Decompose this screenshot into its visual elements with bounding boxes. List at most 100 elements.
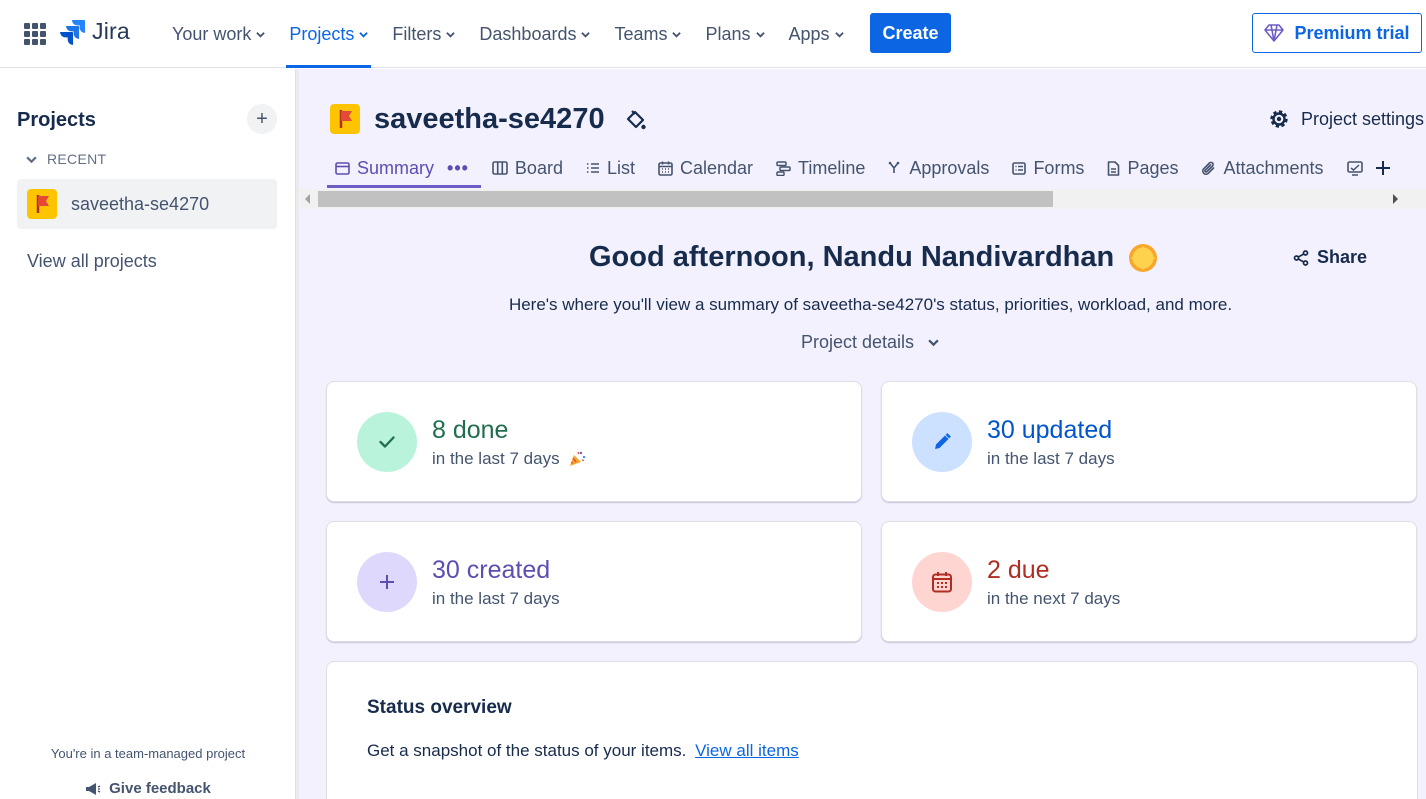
check-icon: [379, 436, 395, 448]
chevron-down-icon: [26, 156, 37, 163]
add-tab-button[interactable]: [1375, 149, 1390, 187]
status-overview-description: Get a snapshot of the status of your ite…: [367, 741, 799, 761]
stat-value: 30 created: [432, 556, 551, 584]
chevron-down-icon: [581, 31, 591, 38]
summary-icon: [335, 161, 350, 175]
recent-label: RECENT: [47, 151, 107, 167]
chevron-down-icon: [672, 31, 682, 38]
plus-icon: +: [256, 107, 268, 130]
nav-teams[interactable]: Teams: [602, 0, 693, 68]
greeting-heading: Good afternoon, Nandu Nandivardhan: [589, 241, 1158, 274]
plus-icon: [1375, 161, 1390, 175]
chevron-down-icon: [755, 31, 765, 38]
stat-value: 30 updated: [987, 416, 1113, 444]
team-managed-note: You're in a team-managed project: [50, 746, 246, 761]
chevron-down-icon: [256, 31, 266, 38]
main-content: saveetha-se4270 Project settings Summary…: [299, 69, 1426, 799]
summary-subtitle: Here's where you'll view a summary of sa…: [508, 295, 1233, 314]
project-settings-button[interactable]: Project settings: [1267, 107, 1424, 131]
share-label: Share: [1317, 247, 1368, 267]
nav-label: Apps: [788, 23, 830, 44]
add-project-button[interactable]: +: [247, 104, 277, 134]
give-feedback-button[interactable]: Give feedback: [0, 780, 296, 797]
stat-subtext-label: in the next 7 days: [987, 589, 1121, 608]
list-icon: [586, 163, 599, 173]
app-switcher-icon[interactable]: [24, 23, 46, 45]
project-tabs: Summary ••• Board List Calendar Timeline…: [327, 149, 1393, 189]
tab-summary[interactable]: Summary •••: [327, 149, 481, 188]
scroll-right-arrow-icon[interactable]: [1393, 194, 1398, 204]
approvals-icon: [889, 161, 900, 173]
view-all-items-link[interactable]: View all items: [695, 741, 799, 760]
tab-forms[interactable]: Forms: [1004, 149, 1096, 187]
tab-attachments[interactable]: Attachments: [1193, 149, 1335, 187]
status-overview-card: Status overview Get a snapshot of the st…: [326, 661, 1418, 799]
more-icon[interactable]: •••: [447, 158, 469, 179]
top-navigation: Jira Your work Projects Filters Dashboar…: [0, 0, 1426, 68]
tab-board[interactable]: Board: [484, 149, 575, 187]
tab-approvals[interactable]: Approvals: [880, 149, 1001, 187]
tab-calendar[interactable]: Calendar: [650, 149, 765, 187]
stat-icon-circle: [357, 552, 417, 612]
give-feedback-label: Give feedback: [109, 780, 211, 797]
tab-label: Forms: [1033, 157, 1085, 178]
chevron-down-icon: [359, 31, 369, 38]
nav-apps[interactable]: Apps: [777, 0, 856, 68]
recent-section-toggle[interactable]: RECENT: [26, 151, 106, 167]
stat-card-done[interactable]: 8 done in the last 7 days: [326, 381, 862, 502]
stat-value: 8 done: [432, 416, 509, 444]
scrollbar-thumb[interactable]: [318, 191, 1053, 207]
nav-plans[interactable]: Plans: [693, 0, 776, 68]
tab-overflow[interactable]: [1339, 149, 1375, 187]
project-flag-icon: [330, 104, 360, 134]
tab-label: Approvals: [909, 157, 990, 178]
scroll-left-arrow-icon[interactable]: [305, 194, 310, 204]
nav-label: Plans: [705, 23, 751, 44]
pages-icon: [1108, 160, 1120, 176]
view-all-projects-link[interactable]: View all projects: [27, 251, 157, 272]
nav-filters[interactable]: Filters: [380, 0, 467, 68]
jira-logo[interactable]: Jira: [60, 18, 130, 45]
reports-icon: [1346, 160, 1363, 176]
stat-subtext-label: in the last 7 days: [432, 589, 560, 608]
sidebar-title: Projects: [17, 109, 96, 131]
tab-list[interactable]: List: [578, 149, 647, 187]
nav-projects[interactable]: Projects: [277, 0, 380, 68]
forms-icon: [1012, 161, 1027, 175]
tab-timeline[interactable]: Timeline: [768, 149, 877, 187]
sidebar-item-project[interactable]: saveetha-se4270: [17, 179, 277, 229]
megaphone-icon: [86, 782, 101, 795]
nav-label: Teams: [614, 23, 668, 44]
project-details-label: Project details: [801, 332, 915, 352]
nav-menu: Your work Projects Filters Dashboards Te…: [160, 0, 856, 68]
nav-your-work[interactable]: Your work: [160, 0, 277, 68]
stat-card-due[interactable]: 2 due in the next 7 days: [881, 521, 1417, 642]
stat-subtext: in the next 7 days: [987, 589, 1120, 609]
nav-dashboards[interactable]: Dashboards: [467, 0, 602, 68]
project-settings-label: Project settings: [1301, 108, 1425, 129]
tab-pages[interactable]: Pages: [1099, 149, 1190, 187]
stat-icon-circle: [912, 552, 972, 612]
party-popper-icon: [569, 451, 585, 466]
sidebar: Projects + RECENT saveetha-se4270 View a…: [0, 69, 296, 799]
stat-card-updated[interactable]: 30 updated in the last 7 days: [881, 381, 1417, 502]
stat-subtext: in the last 7 days: [987, 449, 1115, 469]
diamond-icon: [1264, 24, 1285, 42]
tab-label: List: [606, 157, 635, 178]
stat-card-created[interactable]: 30 created in the last 7 days: [326, 521, 862, 642]
chevron-down-icon: [928, 339, 939, 347]
create-button[interactable]: Create: [870, 13, 951, 53]
stat-subtext-label: in the last 7 days: [987, 449, 1115, 468]
status-overview-text: Get a snapshot of the status of your ite…: [367, 741, 687, 760]
tabs-horizontal-scrollbar[interactable]: [299, 189, 1426, 209]
attachments-icon: [1202, 161, 1215, 175]
greeting-text: Good afternoon, Nandu Nandivardhan: [589, 241, 1115, 273]
paint-bucket-icon[interactable]: [625, 109, 647, 131]
tab-label: Calendar: [679, 157, 754, 178]
premium-trial-button[interactable]: Premium trial: [1252, 13, 1422, 53]
tab-label: Summary: [357, 157, 435, 178]
project-details-toggle[interactable]: Project details: [801, 332, 939, 353]
calendar-icon: [932, 572, 952, 593]
share-button[interactable]: Share: [1293, 247, 1367, 268]
nav-label: Dashboards: [479, 23, 577, 44]
